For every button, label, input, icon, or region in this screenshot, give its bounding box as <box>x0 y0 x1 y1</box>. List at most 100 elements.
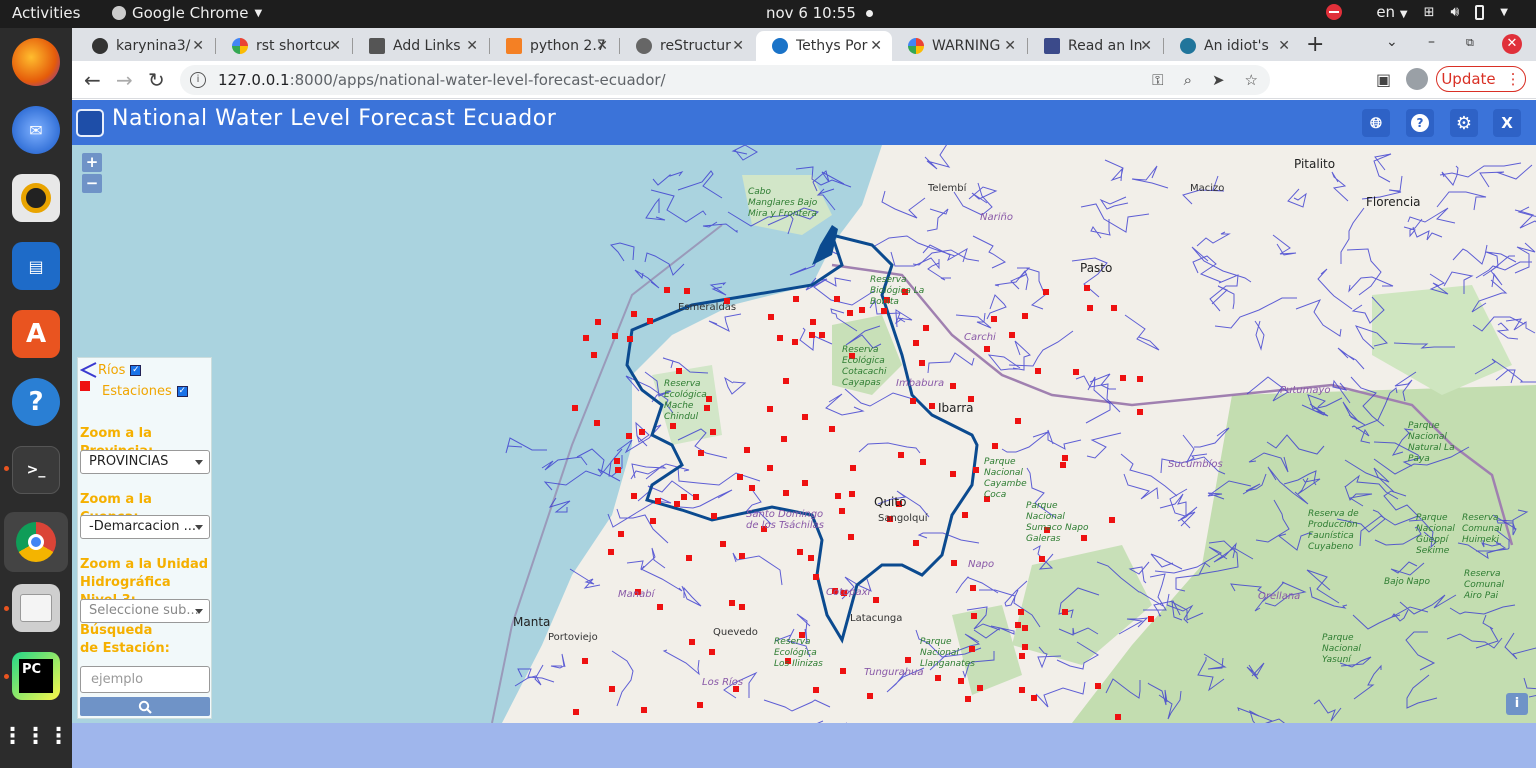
station-marker <box>1115 714 1121 720</box>
back-button[interactable]: ← <box>84 68 101 92</box>
battery-icon[interactable] <box>1475 4 1485 20</box>
station-marker <box>749 485 755 491</box>
close-tab-icon[interactable]: ✕ <box>870 38 882 54</box>
station-marker <box>951 560 957 566</box>
tab-tethys-portal[interactable]: Tethys Por ✕ <box>756 31 892 61</box>
station-marker <box>1022 625 1028 631</box>
basin-select[interactable]: -Demarcacion ... <box>80 515 210 539</box>
update-button[interactable]: Update ⋮ <box>1436 66 1526 92</box>
key-icon[interactable]: ⚿ <box>1152 71 1163 89</box>
bookmark-star-icon[interactable]: ☆ <box>1245 71 1258 89</box>
app-name: Google Chrome <box>132 4 249 22</box>
address-bar[interactable]: i 127.0.0.1:8000/apps/national-water-lev… <box>180 65 1270 95</box>
gear-icon: ⚙ <box>1455 112 1473 134</box>
map-label: Esmeraldas <box>678 302 737 313</box>
close-tab-icon[interactable]: ✕ <box>1278 38 1290 54</box>
globe-icon: 🌐︎ <box>1369 114 1382 132</box>
reload-button[interactable]: ↻ <box>148 68 165 92</box>
station-marker <box>627 336 633 342</box>
forward-button[interactable]: → <box>116 68 133 92</box>
tab-add-links[interactable]: Add Links ✕ <box>353 31 488 61</box>
station-marker <box>655 498 661 504</box>
chrome-icon[interactable] <box>4 512 68 572</box>
close-tab-icon[interactable]: ✕ <box>329 38 341 54</box>
files-icon[interactable] <box>12 584 60 632</box>
globe-button[interactable]: 🌐︎ <box>1362 109 1390 137</box>
close-tab-icon[interactable]: ✕ <box>192 38 204 54</box>
minimize-button[interactable]: – <box>1428 34 1435 50</box>
tab-read-an[interactable]: Read an In ✕ <box>1028 31 1162 61</box>
ubuntu-software-icon[interactable]: A <box>12 310 60 358</box>
close-window-button[interactable]: ✕ <box>1502 34 1522 54</box>
map-label: Tungurahua <box>864 667 924 678</box>
activities-button[interactable]: Activities <box>12 4 80 22</box>
river-line <box>634 269 660 289</box>
station-marker <box>839 508 845 514</box>
station-marker <box>991 316 997 322</box>
side-panel-icon[interactable]: ▣ <box>1376 70 1391 89</box>
map-label: Santo Domingo de los Tsáchilas <box>746 509 824 531</box>
libreoffice-writer-icon[interactable]: ▤ <box>12 242 60 290</box>
send-icon[interactable]: ➤ <box>1212 71 1225 89</box>
volume-icon[interactable]: 🔊︎ <box>1450 4 1459 20</box>
stations-checkbox[interactable]: ✓ <box>176 386 188 397</box>
rhythmbox-icon[interactable] <box>12 174 60 222</box>
stations-label: Estaciones <box>102 384 172 399</box>
close-tab-icon[interactable]: ✕ <box>466 38 478 54</box>
new-tab-button[interactable]: + <box>1306 32 1324 57</box>
app-logo[interactable] <box>76 109 104 137</box>
close-app-label: X <box>1501 114 1513 132</box>
zoom-icon[interactable]: ⌕ <box>1184 71 1192 89</box>
station-search-button[interactable] <box>80 697 210 716</box>
station-search-input[interactable]: ejemplo <box>80 666 210 693</box>
thunderbird-icon[interactable]: ✉ <box>12 106 60 154</box>
language-indicator[interactable]: en ▼ <box>1376 3 1407 21</box>
station-marker <box>919 360 925 366</box>
clock[interactable]: nov 6 10:55 <box>766 4 873 22</box>
help-icon[interactable]: ? <box>12 378 60 426</box>
station-marker <box>612 333 618 339</box>
station-marker <box>1009 332 1015 338</box>
map-view[interactable]: Pitalito Telembí Macizo Florencia Nariño… <box>72 145 1536 723</box>
river-line <box>610 242 635 262</box>
settings-button[interactable]: ⚙ <box>1450 109 1478 137</box>
legend-rivers: Ríos ✓ <box>80 362 142 378</box>
tab-search-chevron-icon[interactable]: ⌄ <box>1386 34 1398 50</box>
do-not-disturb-icon[interactable] <box>1326 4 1343 20</box>
profile-avatar[interactable] <box>1406 68 1428 90</box>
tab-warning[interactable]: WARNING ✕ <box>892 31 1026 61</box>
firefox-icon[interactable] <box>12 38 60 86</box>
app-title[interactable]: National Water Level Forecast Ecuador <box>112 106 556 131</box>
unit-select[interactable]: Seleccione sub... <box>80 599 210 623</box>
app-menu[interactable]: Google Chrome ▼ <box>112 4 262 22</box>
rivers-checkbox[interactable]: ✓ <box>130 364 142 376</box>
zoom-out-button[interactable]: − <box>82 174 102 193</box>
stackoverflow-icon <box>506 38 522 54</box>
close-tab-icon[interactable]: ✕ <box>596 38 608 54</box>
zoom-in-button[interactable]: + <box>82 153 102 172</box>
terminal-icon[interactable]: >_ <box>12 446 60 494</box>
system-menu-chevron-icon[interactable]: ▼ <box>1500 7 1508 18</box>
tab-restructured[interactable]: reStructur ✕ <box>620 31 754 61</box>
maximize-button[interactable]: ⧉ <box>1466 36 1474 50</box>
station-marker <box>835 493 841 499</box>
province-select[interactable]: PROVINCIAS <box>80 450 210 474</box>
close-app-button[interactable]: X <box>1493 109 1521 137</box>
tab-rst-shortcuts[interactable]: rst shortcu ✕ <box>216 31 351 61</box>
help-button[interactable]: ? <box>1406 109 1434 137</box>
tab-an-idiots[interactable]: An idiot's ✕ <box>1164 31 1300 61</box>
site-info-icon[interactable]: i <box>190 72 206 88</box>
app-grid-icon[interactable]: ⋮⋮⋮ <box>2 712 70 760</box>
map-info-button[interactable]: i <box>1506 693 1528 715</box>
tab-python[interactable]: python 2.7 ✕ <box>490 31 618 61</box>
network-icon[interactable]: ⊞ <box>1424 5 1435 20</box>
station-marker <box>674 501 680 507</box>
station-marker <box>698 450 704 456</box>
pycharm-icon[interactable]: PC <box>12 652 60 700</box>
basin-value: -Demarcacion ... <box>89 519 196 534</box>
page-footer <box>72 723 1536 768</box>
tab-github[interactable]: karynina3/✕ <box>76 31 214 61</box>
close-tab-icon[interactable]: ✕ <box>732 38 744 54</box>
close-tab-icon[interactable]: ✕ <box>1140 38 1152 54</box>
close-tab-icon[interactable]: ✕ <box>1004 38 1016 54</box>
